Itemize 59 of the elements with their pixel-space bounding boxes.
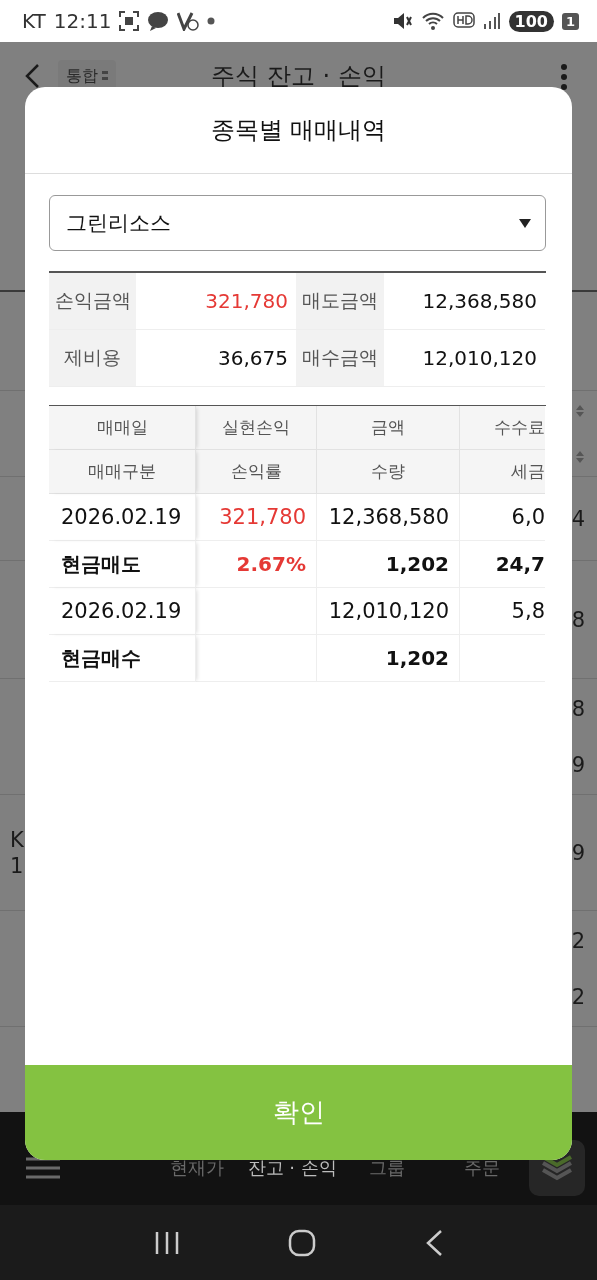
summary-label: 매도금액 [296, 273, 384, 330]
chat-icon [147, 11, 170, 31]
table-cell: 321,780 [196, 494, 317, 541]
handle-icon [102, 70, 108, 82]
stock-name: 1 [10, 852, 25, 879]
home-icon[interactable] [288, 1228, 317, 1257]
table-cell: 현금매수 [49, 635, 196, 682]
notification-icon [177, 11, 200, 31]
table-cell: 현금매도 [49, 541, 196, 588]
summary-label: 제비용 [49, 330, 136, 387]
summary-value: 12,010,120 [384, 330, 545, 387]
table-cell: 12,010,120 [317, 588, 460, 635]
table-cell: 5,8 [460, 588, 545, 635]
recent-apps-icon[interactable] [154, 1230, 181, 1255]
wifi-icon [420, 11, 445, 31]
table-cell: 2 [571, 984, 585, 1009]
table-cell: 2026.02.19 [49, 588, 196, 635]
table-cell: 24,7 [460, 541, 545, 588]
mute-icon [392, 12, 413, 30]
table-cell: 8 [571, 607, 585, 632]
table-cell: 2.67% [196, 541, 317, 588]
table-cell: 9 [571, 840, 585, 865]
column-header: 매매구분 [49, 450, 196, 494]
summary-label: 손익금액 [49, 273, 136, 330]
more-icon[interactable] [561, 64, 567, 90]
menu-icon[interactable] [26, 1156, 60, 1179]
table-cell: 1,202 [317, 541, 460, 588]
table-cell: 2 [571, 928, 585, 953]
column-header: 수수료 [460, 406, 545, 450]
table-cell: 12,368,580 [317, 494, 460, 541]
column-header: 매매일 [49, 406, 196, 450]
table-cell: 4 [571, 506, 585, 531]
column-header: 금액 [317, 406, 460, 450]
clock: 12:11 [53, 9, 112, 33]
column-header: 수량 [317, 450, 460, 494]
confirm-button[interactable]: 확인 [25, 1065, 572, 1160]
table-cell: 1,202 [317, 635, 460, 682]
sim-badge: 1 [561, 12, 579, 30]
stock-name: K [10, 826, 25, 853]
table-cell: 6,0 [460, 494, 545, 541]
carrier: KT [22, 9, 46, 33]
caret-icon [519, 218, 531, 228]
battery-level: 100 [508, 10, 554, 32]
table-cell: 8 [571, 696, 585, 721]
back-icon[interactable] [24, 63, 40, 89]
summary-value: 12,368,580 [384, 273, 545, 330]
summary-label: 매수금액 [296, 330, 384, 387]
dialog-title: 종목별 매매내역 [210, 115, 387, 146]
column-header: 실현손익 [196, 406, 317, 450]
signal-icon [482, 12, 501, 30]
dot-icon [207, 17, 216, 25]
screenshot-icon [119, 11, 140, 31]
column-header: 세금 [460, 450, 545, 494]
table-cell: 2026.02.19 [49, 494, 196, 541]
hd-icon [452, 12, 475, 30]
stock-dropdown[interactable]: 그린리소스 [49, 195, 546, 251]
column-header: 손익률 [196, 450, 317, 494]
page-title: 주식 잔고 · 손익 [210, 61, 387, 92]
table-cell: 9 [571, 752, 585, 777]
